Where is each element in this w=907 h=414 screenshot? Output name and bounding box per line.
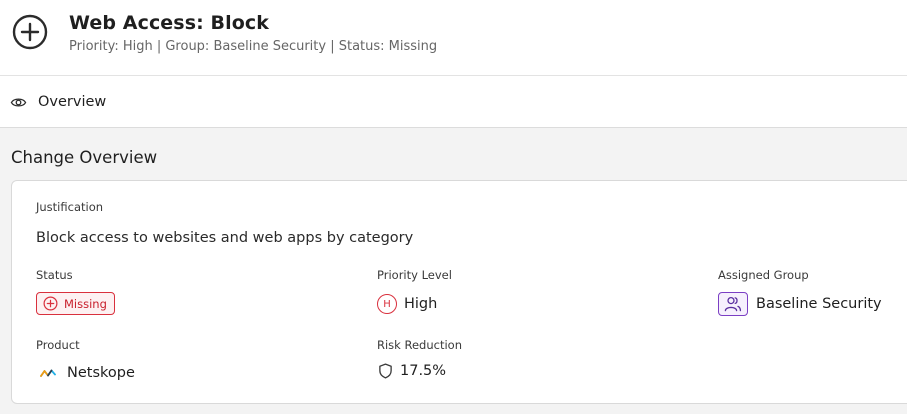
tab-overview[interactable]: Overview: [10, 76, 106, 128]
page-title: Web Access: Block: [69, 12, 269, 34]
status-value: Missing: [64, 296, 107, 311]
change-overview-card: Justification Block access to websites a…: [11, 180, 907, 404]
shield-icon: [379, 363, 392, 379]
product-value: Netskope: [67, 365, 135, 381]
page-subtitle: Priority: High | Group: Baseline Securit…: [69, 39, 438, 54]
group-row: Baseline Security: [718, 292, 882, 316]
priority-high-icon: H: [377, 294, 397, 314]
priority-label: Priority Level: [377, 268, 452, 282]
risk-row: 17.5%: [377, 363, 446, 379]
tab-overview-label: Overview: [38, 94, 107, 110]
group-value: Baseline Security: [756, 296, 882, 312]
priority-value: High: [404, 296, 438, 312]
product-row: Netskope: [40, 365, 135, 381]
eye-icon: [10, 98, 27, 107]
tab-bar: Overview: [0, 76, 907, 128]
status-label: Status: [36, 268, 73, 282]
netskope-logo-icon: [40, 369, 56, 377]
product-label: Product: [36, 338, 80, 352]
plus-circle-icon: [43, 296, 58, 311]
section-title: Change Overview: [11, 148, 158, 167]
justification-label: Justification: [36, 200, 104, 214]
plus-circle-icon[interactable]: [12, 14, 48, 50]
risk-label: Risk Reduction: [377, 338, 462, 352]
main-content: Change Overview Justification Block acce…: [0, 128, 907, 414]
priority-row: H High: [377, 294, 437, 314]
users-icon: [718, 292, 748, 316]
justification-text: Block access to websites and web apps by…: [36, 230, 414, 246]
group-label: Assigned Group: [718, 268, 809, 282]
status-badge: Missing: [36, 292, 115, 315]
risk-value: 17.5%: [400, 363, 447, 379]
page-header: Web Access: Block Priority: High | Group…: [0, 0, 907, 76]
